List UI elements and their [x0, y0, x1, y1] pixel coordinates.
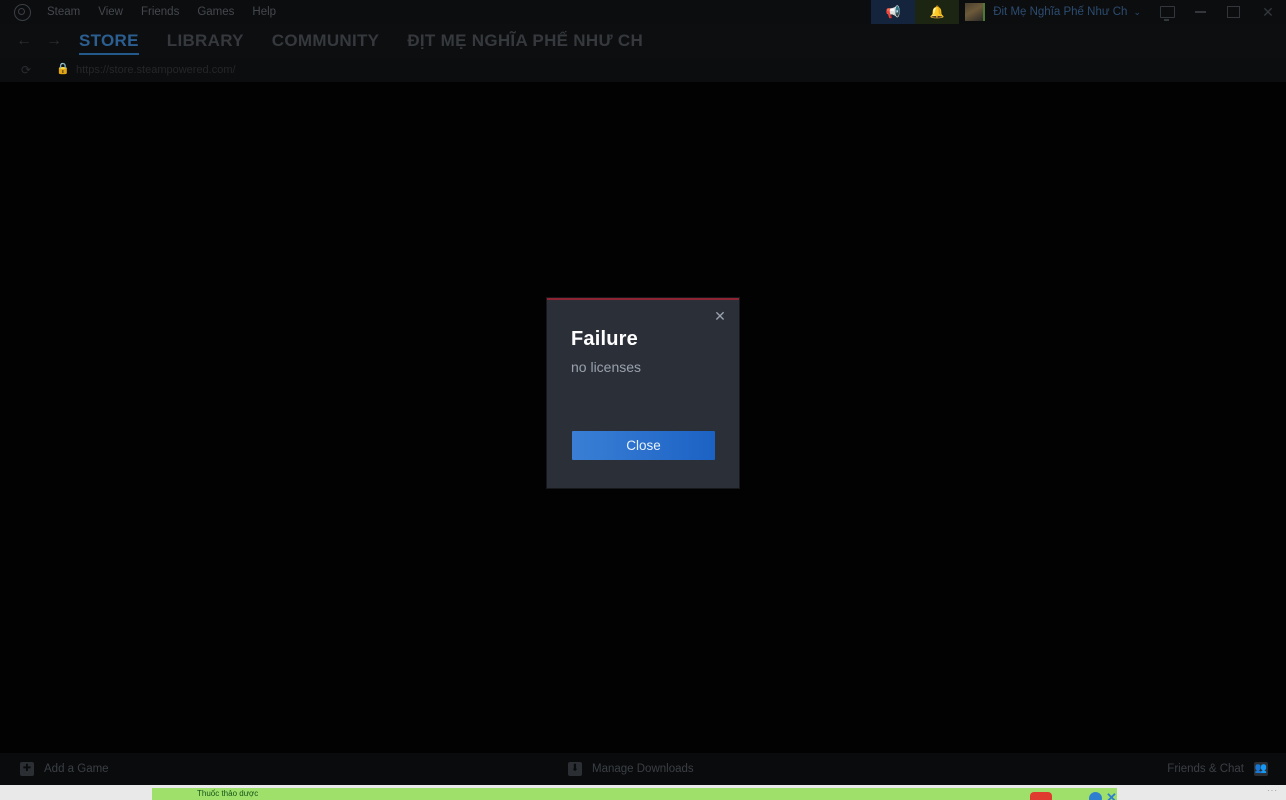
arrow-right-icon[interactable]: → — [46, 33, 62, 49]
menu-item-help[interactable]: Help — [243, 0, 285, 24]
minimize-button[interactable] — [1184, 0, 1217, 24]
close-icon: ✕ — [714, 309, 726, 323]
dialog-close-icon-button[interactable]: ✕ — [709, 305, 731, 327]
add-a-game-label: Add a Game — [44, 763, 109, 775]
user-avatar[interactable] — [965, 3, 985, 21]
failure-dialog: ✕ Failure no licenses Close — [547, 298, 739, 488]
minimize-icon — [1195, 11, 1206, 13]
username-label[interactable]: Đit Mẹ Nghĩa Phế Như Ch — [985, 0, 1133, 24]
friends-and-chat-label: Friends & Chat — [1167, 763, 1244, 775]
bottom-status-bar: ✚ Add a Game ⬇ Manage Downloads Friends … — [0, 753, 1286, 785]
banner-red-shape-icon — [1030, 792, 1052, 800]
plus-square-icon: ✚ — [20, 762, 34, 776]
tab-profile[interactable]: ĐỊT MẸ NGHĨA PHẾ NHƯ CH — [407, 24, 643, 58]
chevron-down-icon[interactable]: ⌄ — [1133, 0, 1151, 24]
close-icon: ✕ — [1262, 4, 1274, 21]
tray-overflow-dots[interactable]: ··· — [1267, 786, 1278, 795]
steam-window: Steam View Friends Games Help 📢 🔔 Đit Mẹ… — [0, 0, 1286, 785]
url-bar: ⟳ 🔒 https://store.steampowered.com/ — [0, 58, 1286, 82]
announcements-button[interactable]: 📢 — [871, 0, 915, 24]
add-a-game-button[interactable]: ✚ Add a Game — [20, 753, 109, 785]
manage-downloads-label: Manage Downloads — [592, 763, 694, 775]
friends-icon: 👥 — [1254, 762, 1268, 776]
maximize-button[interactable] — [1217, 0, 1250, 24]
dialog-title: Failure — [571, 328, 638, 351]
tab-library[interactable]: LIBRARY — [167, 24, 244, 58]
close-window-button[interactable]: ✕ — [1250, 0, 1286, 24]
background-green-banner[interactable]: Thuốc thảo dược ✕ — [152, 788, 1117, 800]
steam-logo-icon — [14, 4, 31, 21]
titlebar: Steam View Friends Games Help 📢 🔔 Đit Mẹ… — [0, 0, 1286, 24]
menu-item-friends[interactable]: Friends — [132, 0, 188, 24]
notifications-button[interactable]: 🔔 — [915, 0, 959, 24]
monitor-icon — [1160, 6, 1175, 18]
maximize-icon — [1227, 6, 1240, 18]
download-icon: ⬇ — [568, 762, 582, 776]
dialog-close-button[interactable]: Close — [572, 431, 715, 460]
menu-item-steam[interactable]: Steam — [38, 0, 89, 24]
nav-tabs: STORE LIBRARY COMMUNITY ĐỊT MẸ NGHĨA PHẾ… — [79, 24, 671, 58]
lock-icon: 🔒 — [56, 63, 64, 76]
friends-and-chat-button[interactable]: Friends & Chat 👥 — [1167, 753, 1268, 785]
navigation-bar: ← → STORE LIBRARY COMMUNITY ĐỊT MẸ NGHĨA… — [0, 24, 1286, 58]
refresh-icon[interactable]: ⟳ — [21, 64, 33, 76]
menu-item-games[interactable]: Games — [188, 0, 243, 24]
titlebar-right-controls: 📢 🔔 Đit Mẹ Nghĩa Phế Như Ch ⌄ ✕ — [871, 0, 1286, 24]
megaphone-icon: 📢 — [886, 6, 901, 18]
arrow-left-icon[interactable]: ← — [16, 33, 32, 49]
dialog-message: no licenses — [571, 359, 641, 375]
tab-community[interactable]: COMMUNITY — [272, 24, 380, 58]
url-text[interactable]: https://store.steampowered.com/ — [76, 58, 236, 82]
nav-history-controls: ← → — [16, 24, 62, 58]
bell-icon: 🔔 — [930, 6, 945, 18]
menu-item-view[interactable]: View — [89, 0, 132, 24]
menu-bar: Steam View Friends Games Help — [14, 0, 285, 24]
banner-circle-icon — [1089, 792, 1102, 800]
display-mode-button[interactable] — [1151, 0, 1184, 24]
tab-store[interactable]: STORE — [79, 24, 139, 58]
green-banner-text: Thuốc thảo dược — [197, 788, 258, 800]
manage-downloads-button[interactable]: ⬇ Manage Downloads — [568, 753, 694, 785]
banner-x-icon: ✕ — [1106, 792, 1117, 800]
